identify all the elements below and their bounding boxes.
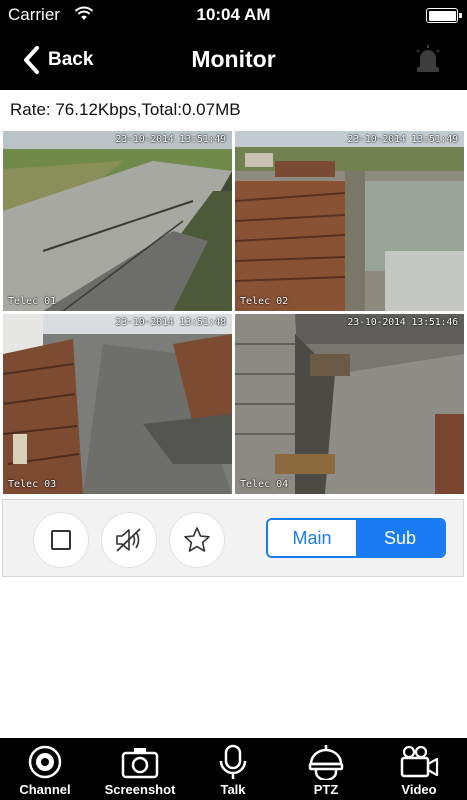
tab-label: Channel (19, 782, 71, 797)
camera-grid: 23-10-2014 13:51:49 Telec 01 23-10-2014 … (0, 130, 467, 496)
tab-screenshot[interactable]: Screenshot (95, 738, 185, 800)
playback-controls: Main Sub (2, 499, 464, 577)
nav-bar: Back Monitor (0, 30, 467, 90)
mute-button[interactable] (101, 512, 157, 568)
sub-stream-option[interactable]: Sub (356, 520, 444, 556)
camera-timestamp: 23-10-2014 13:51:49 (115, 134, 226, 145)
video-camera-icon (400, 745, 439, 778)
microphone-icon (219, 744, 247, 779)
star-icon (184, 527, 210, 552)
channel-icon (28, 745, 62, 779)
rate-text: Rate: 76.12Kbps,Total:0.07MB (10, 100, 241, 119)
camera-name: Telec 04 (240, 479, 289, 490)
status-bar: Carrier 10:04 AM (0, 0, 467, 30)
camera-timestamp: 23-10-2014 13:51:48 (115, 317, 226, 328)
camera-view-1[interactable]: 23-10-2014 13:51:49 Telec 01 (3, 131, 232, 311)
tab-label: PTZ (313, 782, 339, 797)
tab-ptz[interactable]: PTZ (281, 738, 371, 800)
camera-view-2[interactable]: 23-10-2014 13:51:49 Telec 02 (235, 131, 464, 311)
tab-label: Video (401, 782, 437, 797)
camera-timestamp: 23-10-2014 13:51:49 (347, 134, 458, 145)
camera-view-4[interactable]: 23-10-2014 13:51:46 Telec 04 (235, 314, 464, 494)
tab-label: Screenshot (104, 782, 176, 797)
stop-button[interactable] (33, 512, 89, 568)
camera-feed-image (235, 131, 464, 311)
camera-timestamp: 23-10-2014 13:51:46 (347, 317, 458, 328)
favorite-button[interactable] (169, 512, 225, 568)
main-stream-option[interactable]: Main (268, 520, 356, 556)
tab-label: Talk (220, 782, 246, 797)
camera-feed-image (3, 131, 232, 311)
alarm-icon[interactable] (411, 43, 445, 77)
ptz-icon (308, 745, 344, 780)
stop-icon (51, 530, 71, 550)
clock: 10:04 AM (196, 5, 271, 24)
tab-talk[interactable]: Talk (188, 738, 278, 800)
battery-icon (426, 8, 462, 23)
camera-name: Telec 01 (8, 296, 57, 307)
tab-bar: Channel Screenshot Talk PTZ Video (0, 738, 467, 800)
camera-feed-image (3, 314, 232, 494)
camera-name: Telec 02 (240, 296, 289, 307)
camera-name: Telec 03 (8, 479, 57, 490)
tab-video[interactable]: Video (374, 738, 464, 800)
tab-channel[interactable]: Channel (0, 738, 90, 800)
page-title: Monitor (191, 46, 276, 72)
camera-feed-image (235, 314, 464, 494)
camera-view-3[interactable]: 23-10-2014 13:51:48 Telec 03 (3, 314, 232, 494)
stream-toggle: Main Sub (266, 518, 446, 558)
speaker-muted-icon (116, 528, 141, 552)
camera-icon (121, 748, 159, 779)
